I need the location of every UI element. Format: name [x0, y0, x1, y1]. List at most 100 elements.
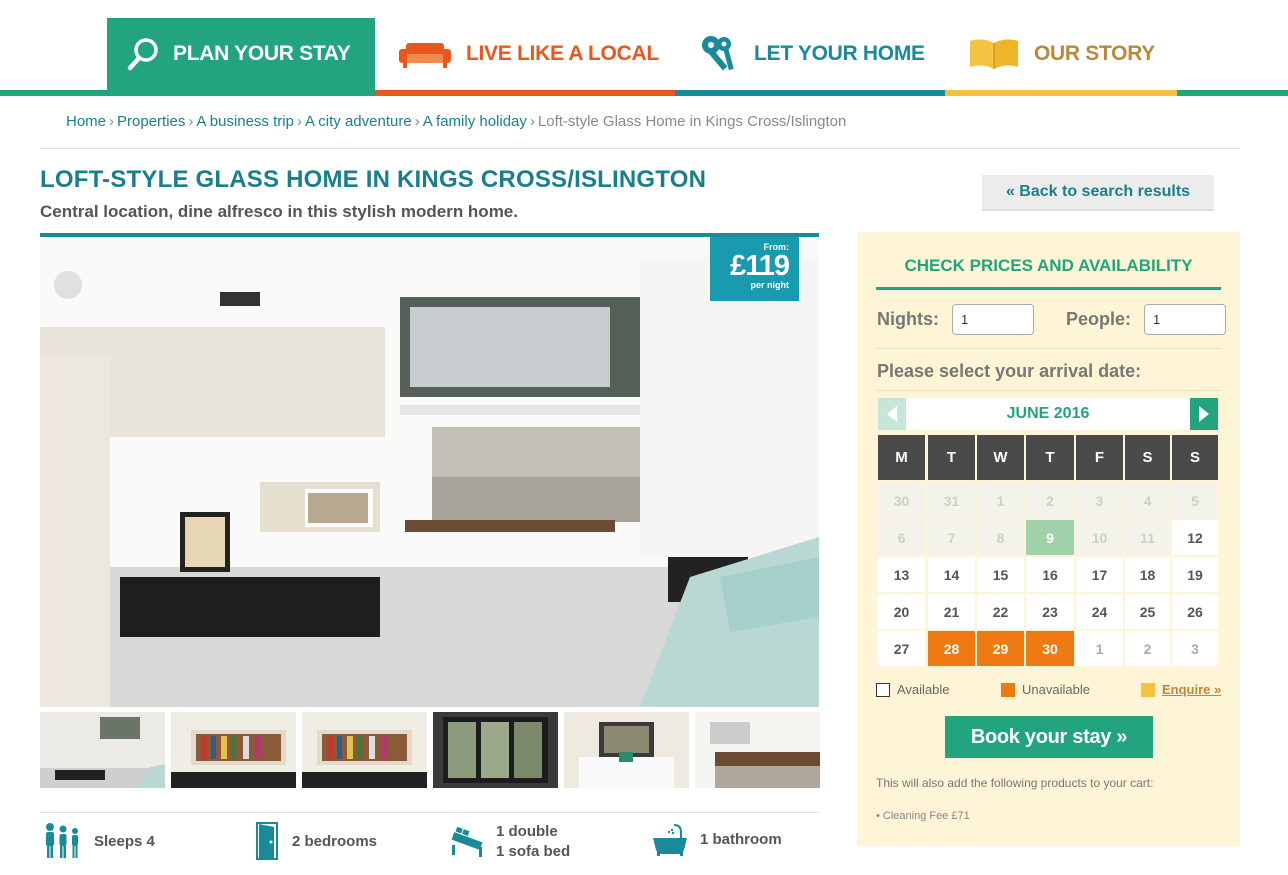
calendar-day: 10	[1076, 520, 1123, 555]
breadcrumb-separator: ›	[414, 113, 420, 130]
breadcrumb-link[interactable]: Properties	[117, 113, 185, 130]
feature-bedrooms: 2 bedrooms	[256, 822, 377, 860]
divider	[40, 148, 1240, 149]
arrival-prompt: Please select your arrival date:	[877, 361, 1142, 381]
booking-title-underline	[876, 287, 1221, 290]
calendar-weekday: S	[1172, 435, 1218, 480]
thumbnail[interactable]	[40, 712, 165, 788]
calendar-day[interactable]: 23	[1026, 594, 1074, 629]
divider	[40, 812, 819, 813]
calendar-weekday: T	[1026, 435, 1074, 480]
divider	[876, 348, 1221, 349]
calendar-day[interactable]: 15	[977, 557, 1024, 592]
calendar-day[interactable]: 18	[1125, 557, 1170, 592]
calendar-day[interactable]: 27	[878, 631, 925, 666]
calendar-day[interactable]: 26	[1172, 594, 1218, 629]
legend-swatch	[876, 682, 890, 697]
room-illustration	[40, 237, 819, 707]
calendar-day[interactable]: 12	[1172, 520, 1218, 555]
nav-bar-let	[675, 90, 945, 96]
calendar-next-button[interactable]	[1190, 398, 1218, 430]
cleaning-fee-text: Cleaning Fee £71	[882, 810, 970, 822]
nav-bar-plan	[0, 90, 375, 96]
back-to-search-button[interactable]: « Back to search results	[982, 175, 1214, 211]
arrow-left-icon	[887, 406, 897, 422]
legend-available: Available	[876, 682, 950, 697]
calendar-day: 3	[1172, 631, 1218, 666]
nav-live-like-a-local[interactable]: LIVE LIKE A LOCAL	[398, 18, 659, 90]
page-subtitle: Central location, dine alfresco in this …	[40, 202, 518, 221]
calendar-day: 30	[1026, 631, 1074, 666]
thumbnail-image	[302, 712, 427, 788]
price-badge: From: £119 per night	[710, 237, 799, 301]
nav-label: LIVE LIKE A LOCAL	[466, 42, 659, 65]
main-photo[interactable]	[40, 237, 819, 707]
calendar-day[interactable]: 16	[1026, 557, 1074, 592]
calendar-weekday: W	[977, 435, 1024, 480]
nav-let-your-home[interactable]: LET YOUR HOME	[700, 18, 925, 90]
thumbnail[interactable]	[564, 712, 689, 788]
breadcrumb-link[interactable]: A business trip	[196, 113, 294, 130]
calendar-day[interactable]: 17	[1076, 557, 1123, 592]
thumbnail-image	[40, 712, 165, 788]
calendar-day: 28	[928, 631, 975, 666]
thumbnail-strip	[40, 712, 820, 788]
breadcrumb-link[interactable]: Home	[66, 113, 106, 130]
calendar-day[interactable]: 21	[928, 594, 975, 629]
feature-label: 1 double	[496, 823, 558, 840]
legend-swatch	[1001, 682, 1015, 697]
nav-bar-story	[945, 90, 1177, 96]
calendar-day: 30	[878, 483, 925, 518]
main-nav: PLAN YOUR STAY LIVE LIKE A LOCAL LET YOU…	[0, 0, 1288, 96]
book-icon	[970, 39, 1018, 69]
cleaning-fee-item: • Cleaning Fee £71	[876, 810, 970, 822]
breadcrumb-link[interactable]: A family holiday	[423, 113, 527, 130]
nights-input[interactable]	[952, 304, 1034, 335]
thumbnail[interactable]	[695, 712, 820, 788]
calendar-day: 1	[1076, 631, 1123, 666]
thumbnail-image	[564, 712, 689, 788]
thumbnail[interactable]	[171, 712, 296, 788]
nav-label: PLAN YOUR STAY	[173, 42, 351, 65]
calendar-day: 2	[1125, 631, 1170, 666]
calendar-day[interactable]: 22	[977, 594, 1024, 629]
nav-label: LET YOUR HOME	[754, 42, 925, 65]
legend-enquire-link[interactable]: Enquire »	[1162, 682, 1221, 697]
calendar-day[interactable]: 19	[1172, 557, 1218, 592]
feature-sleeps: Sleeps 4	[44, 822, 155, 860]
breadcrumb-separator: ›	[188, 113, 194, 130]
calendar-day[interactable]: 20	[878, 594, 925, 629]
calendar-day: 8	[977, 520, 1024, 555]
feature-beds: 1 double 1 sofa bed	[450, 822, 570, 862]
legend-unavailable: Unavailable	[1001, 682, 1090, 697]
people-input[interactable]	[1144, 304, 1226, 335]
calendar-day[interactable]: 14	[928, 557, 975, 592]
calendar-prev-button[interactable]	[878, 398, 906, 430]
calendar-weekday: F	[1076, 435, 1123, 480]
breadcrumb-link[interactable]: A city adventure	[305, 113, 412, 130]
calendar-day: 2	[1026, 483, 1074, 518]
bed-icon	[451, 827, 483, 857]
calendar-month: JUNE 2016	[1006, 405, 1090, 422]
calendar-day: 9	[1026, 520, 1074, 555]
legend-swatch	[1141, 682, 1155, 697]
legend-enquire[interactable]: Enquire »	[1141, 682, 1221, 697]
nav-label: OUR STORY	[1034, 42, 1155, 65]
book-your-stay-button[interactable]: Book your stay »	[945, 716, 1153, 758]
nav-our-story[interactable]: OUR STORY	[968, 18, 1155, 90]
calendar-day[interactable]: 25	[1125, 594, 1170, 629]
nav-plan-your-stay[interactable]: PLAN YOUR STAY	[107, 18, 375, 90]
calendar-day: 4	[1125, 483, 1170, 518]
feature-label: 2 bedrooms	[292, 832, 378, 850]
nights-label: Nights:	[877, 309, 939, 329]
breadcrumb: Home › Properties › A business trip › A city a…	[66, 113, 846, 130]
breadcrumb-separator: ›	[529, 113, 535, 130]
calendar-day[interactable]: 24	[1076, 594, 1123, 629]
calendar-day[interactable]: 13	[878, 557, 925, 592]
feature-bathrooms: 1 bathroom	[652, 822, 782, 856]
thumbnail-image	[171, 712, 296, 788]
nav-bar-end	[1177, 90, 1288, 96]
thumbnail[interactable]	[302, 712, 427, 788]
feature-beds-text: 1 double 1 sofa bed	[496, 822, 570, 862]
thumbnail[interactable]	[433, 712, 558, 788]
